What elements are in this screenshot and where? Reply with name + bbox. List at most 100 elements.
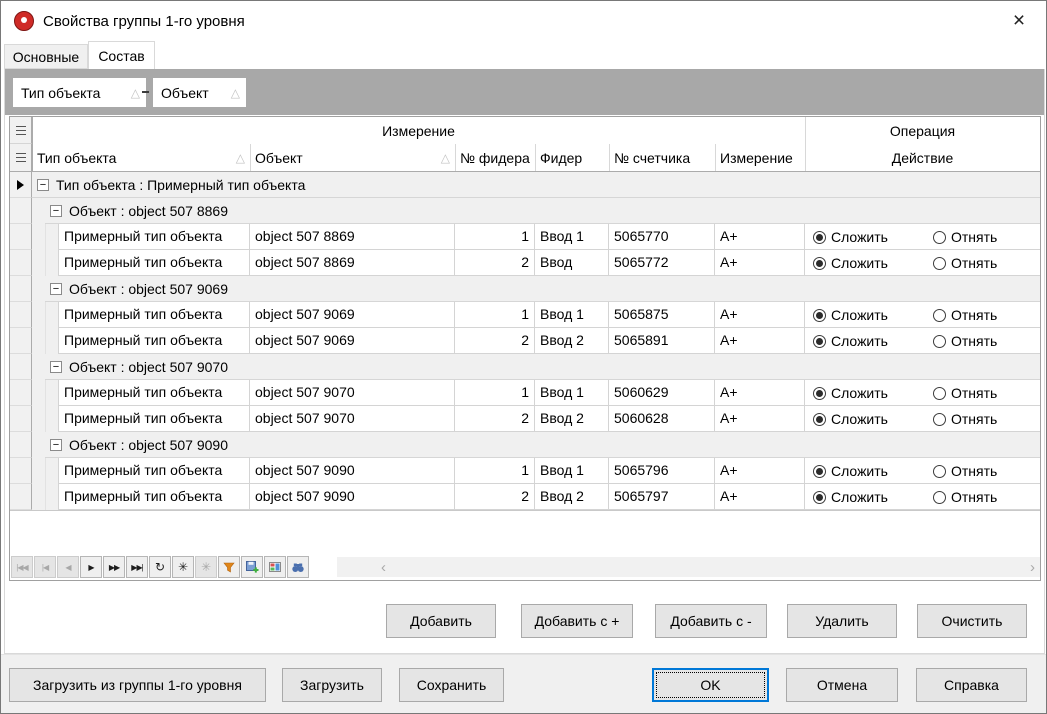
cell-measure[interactable]: A+: [715, 302, 805, 328]
action-radio-add[interactable]: Сложить: [813, 458, 888, 484]
radio-subtract-icon[interactable]: [933, 335, 946, 348]
cell-object-type[interactable]: Примерный тип объекта: [58, 224, 250, 250]
cell-feeder-no[interactable]: 2: [455, 406, 535, 432]
radio-subtract-icon[interactable]: [933, 387, 946, 400]
cell-meter-no[interactable]: 5065891: [609, 328, 715, 354]
cell-object[interactable]: object 507 8869: [250, 224, 455, 250]
nav-filter-button[interactable]: [218, 556, 240, 578]
column-header-measure[interactable]: Измерение: [715, 144, 805, 172]
row-indicator-cell[interactable]: [10, 432, 32, 458]
cell-feeder-no[interactable]: 1: [455, 380, 535, 406]
cell-object-type[interactable]: Примерный тип объекта: [58, 302, 250, 328]
cell-meter-no[interactable]: 5060628: [609, 406, 715, 432]
radio-subtract-icon[interactable]: [933, 257, 946, 270]
action-radio-subtract[interactable]: Отнять: [933, 224, 997, 250]
column-header-object[interactable]: Объект △: [250, 144, 455, 172]
cell-meter-no[interactable]: 5060629: [609, 380, 715, 406]
column-header-feeder-no[interactable]: № фидера: [455, 144, 535, 172]
radio-subtract-icon[interactable]: [933, 491, 946, 504]
action-radio-add[interactable]: Сложить: [813, 380, 888, 406]
group-row-object[interactable]: −Объект : object 507 9069: [45, 276, 1040, 302]
column-header-action[interactable]: Действие: [805, 144, 1040, 172]
row-indicator-cell[interactable]: [10, 250, 32, 276]
sort-ascending-icon[interactable]: △: [121, 86, 140, 100]
radio-subtract-icon[interactable]: [933, 309, 946, 322]
cell-measure[interactable]: A+: [715, 328, 805, 354]
sort-ascending-icon[interactable]: △: [221, 86, 240, 100]
cell-meter-no[interactable]: 5065796: [609, 458, 715, 484]
scroll-right-icon[interactable]: ›: [1030, 557, 1035, 577]
group-row-object[interactable]: −Объект : object 507 9090: [45, 432, 1040, 458]
band-header-operation[interactable]: Операция: [805, 117, 1040, 144]
nav-last-button[interactable]: ▶▶|: [126, 556, 148, 578]
cell-feeder[interactable]: Ввод 2: [535, 484, 609, 510]
row-indicator-cell[interactable]: [10, 354, 32, 380]
load-button[interactable]: Загрузить: [282, 668, 382, 702]
action-radio-subtract[interactable]: Отнять: [933, 406, 997, 432]
cell-object[interactable]: object 507 9069: [250, 328, 455, 354]
group-row-object[interactable]: −Объект : object 507 9070: [45, 354, 1040, 380]
collapse-icon[interactable]: −: [50, 283, 62, 295]
action-radio-subtract[interactable]: Отнять: [933, 484, 997, 510]
nav-new-record-button[interactable]: ✳: [172, 556, 194, 578]
clear-button[interactable]: Очистить: [917, 604, 1027, 638]
cell-feeder-no[interactable]: 2: [455, 484, 535, 510]
tab-sostav[interactable]: Состав: [88, 41, 155, 69]
action-radio-add[interactable]: Сложить: [813, 484, 888, 510]
row-indicator-cell[interactable]: [10, 484, 32, 510]
add-button[interactable]: Добавить: [386, 604, 496, 638]
add-plus-button[interactable]: Добавить с +: [521, 604, 633, 638]
action-radio-add[interactable]: Сложить: [813, 302, 888, 328]
cell-measure[interactable]: A+: [715, 458, 805, 484]
cell-object[interactable]: object 507 9070: [250, 406, 455, 432]
cell-meter-no[interactable]: 5065770: [609, 224, 715, 250]
nav-save-layout-button[interactable]: [241, 556, 263, 578]
band-header-measurement[interactable]: Измерение: [32, 117, 805, 144]
delete-button[interactable]: Удалить: [787, 604, 897, 638]
action-radio-add[interactable]: Сложить: [813, 328, 888, 354]
action-radio-add[interactable]: Сложить: [813, 250, 888, 276]
cell-feeder[interactable]: Ввод 2: [535, 328, 609, 354]
collapse-icon[interactable]: −: [50, 205, 62, 217]
grid-menu-cell[interactable]: [10, 144, 32, 172]
row-indicator-cell[interactable]: [10, 406, 32, 432]
row-indicator-cell[interactable]: [10, 458, 32, 484]
row-indicator-cell[interactable]: [10, 276, 32, 302]
cell-object-type[interactable]: Примерный тип объекта: [58, 380, 250, 406]
cell-feeder-no[interactable]: 1: [455, 302, 535, 328]
radio-subtract-icon[interactable]: [933, 231, 946, 244]
cell-meter-no[interactable]: 5065797: [609, 484, 715, 510]
cell-meter-no[interactable]: 5065875: [609, 302, 715, 328]
cell-object-type[interactable]: Примерный тип объекта: [58, 328, 250, 354]
cell-measure[interactable]: A+: [715, 406, 805, 432]
action-radio-add[interactable]: Сложить: [813, 406, 888, 432]
row-indicator-cell[interactable]: [10, 380, 32, 406]
cell-feeder[interactable]: Ввод 1: [535, 302, 609, 328]
cell-measure[interactable]: A+: [715, 484, 805, 510]
cell-measure[interactable]: A+: [715, 250, 805, 276]
cell-object[interactable]: object 507 9070: [250, 380, 455, 406]
cell-feeder[interactable]: Ввод: [535, 250, 609, 276]
cancel-button[interactable]: Отмена: [786, 668, 898, 702]
radio-subtract-icon[interactable]: [933, 413, 946, 426]
save-button[interactable]: Сохранить: [399, 668, 504, 702]
cell-object-type[interactable]: Примерный тип объекта: [58, 406, 250, 432]
cell-object[interactable]: object 507 8869: [250, 250, 455, 276]
row-indicator-cell[interactable]: [10, 172, 32, 198]
row-indicator-cell[interactable]: [10, 328, 32, 354]
column-header-feeder[interactable]: Фидер: [535, 144, 609, 172]
radio-add-icon[interactable]: [813, 309, 826, 322]
cell-feeder-no[interactable]: 1: [455, 458, 535, 484]
row-indicator-cell[interactable]: [10, 224, 32, 250]
cell-measure[interactable]: A+: [715, 380, 805, 406]
cell-feeder[interactable]: Ввод 1: [535, 224, 609, 250]
nav-layout-button[interactable]: [264, 556, 286, 578]
cell-object[interactable]: object 507 9090: [250, 458, 455, 484]
scroll-left-icon[interactable]: ‹: [381, 557, 386, 577]
radio-add-icon[interactable]: [813, 387, 826, 400]
collapse-icon[interactable]: −: [50, 439, 62, 451]
cell-feeder[interactable]: Ввод 2: [535, 406, 609, 432]
nav-next-button[interactable]: ▶: [80, 556, 102, 578]
cell-object-type[interactable]: Примерный тип объекта: [58, 250, 250, 276]
cell-measure[interactable]: A+: [715, 224, 805, 250]
